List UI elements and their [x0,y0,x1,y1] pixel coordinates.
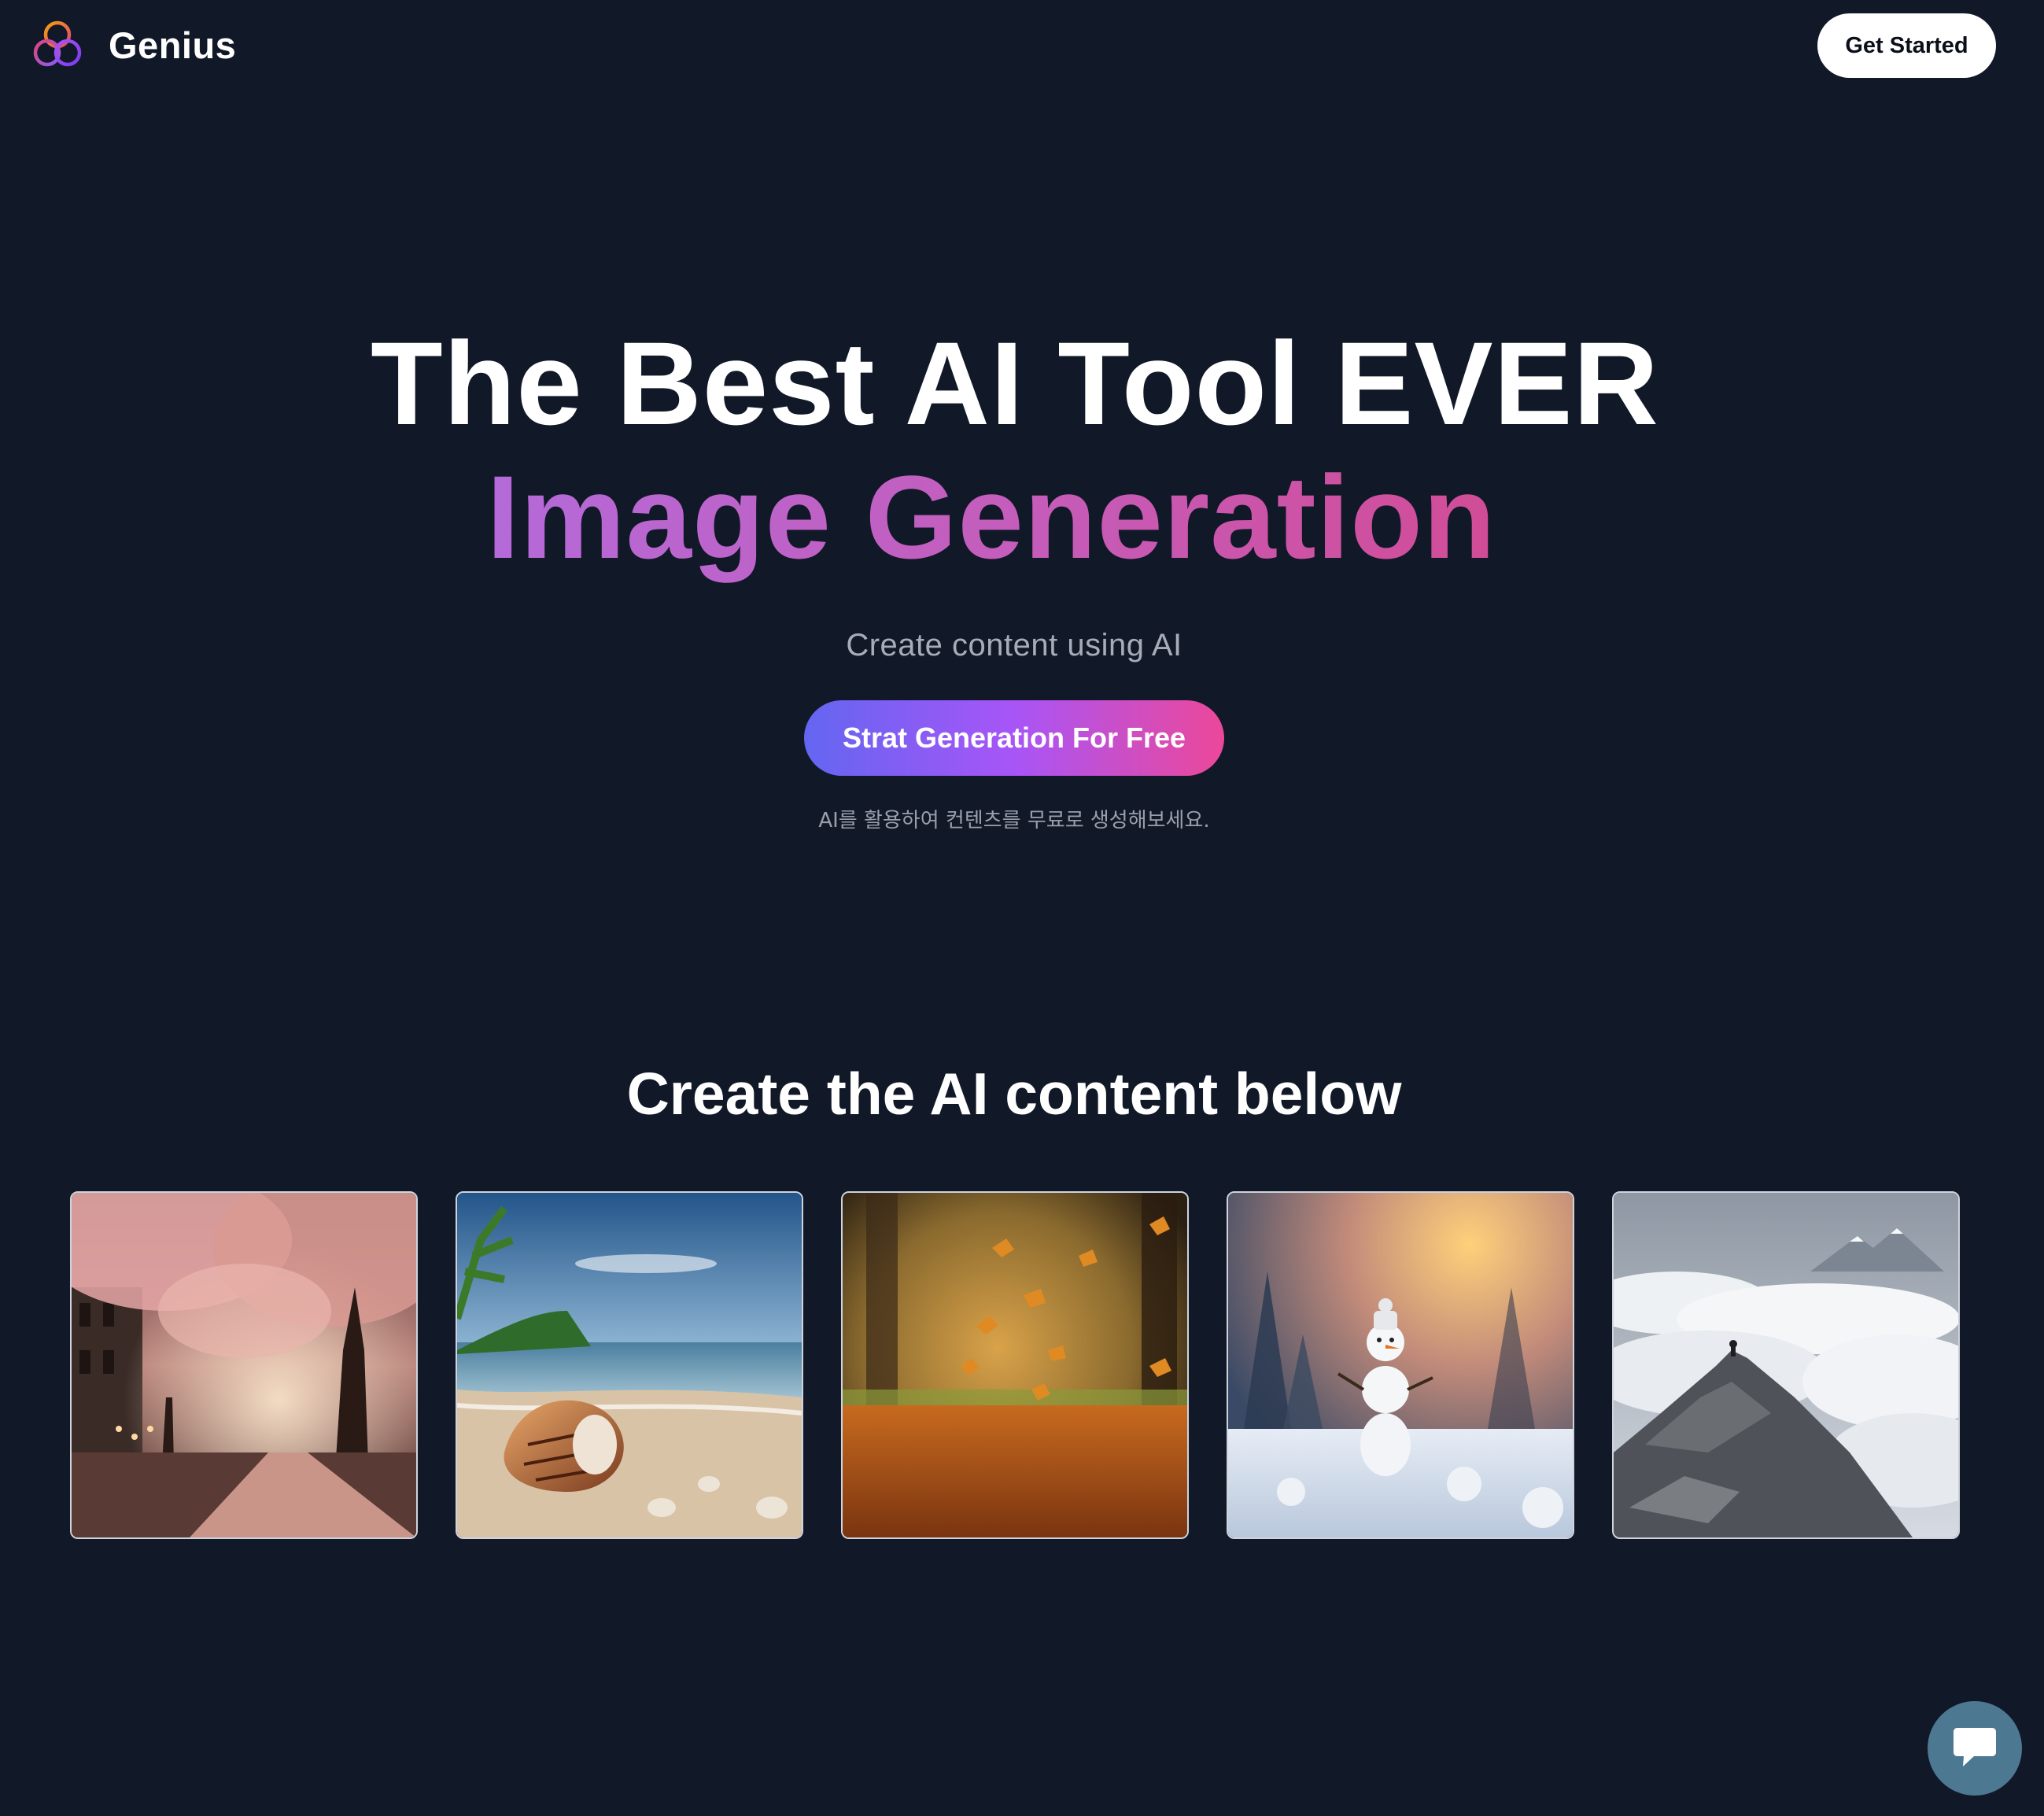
get-started-button[interactable]: Get Started [1817,13,1996,78]
start-generation-button[interactable]: Strat Generation For Free [804,700,1224,776]
three-rings-logo-icon [33,20,82,67]
autumn-leaves-image[interactable] [841,1191,1189,1539]
hero-korean-note: AI를 활용하여 컨텐츠를 무료로 생성해보세요. [818,809,1210,832]
hero-subtitle: Create content using AI [846,628,1182,663]
brand-name: Genius [109,24,237,66]
mountain-above-clouds-image[interactable] [1612,1191,1960,1539]
hero-title-line1: The Best AI Tool EVER [371,317,1659,449]
chat-support-button[interactable] [1928,1701,2022,1796]
hero-title-line2-wrapper: Image Generation [0,450,1983,584]
snowman-winter-image[interactable] [1227,1191,1574,1539]
seashell-beach-image[interactable] [456,1191,803,1539]
brand-home-link[interactable]: Genius [30,17,236,72]
gallery-title: Create the AI content below [626,1061,1402,1127]
image-gallery [70,1191,1960,1539]
hero-title-line2: Image Generation [486,451,1496,583]
chat-bubble-icon [1954,1728,1996,1766]
navbar: Genius Get Started [0,0,2044,91]
cherry-blossom-street-image[interactable] [70,1191,418,1539]
